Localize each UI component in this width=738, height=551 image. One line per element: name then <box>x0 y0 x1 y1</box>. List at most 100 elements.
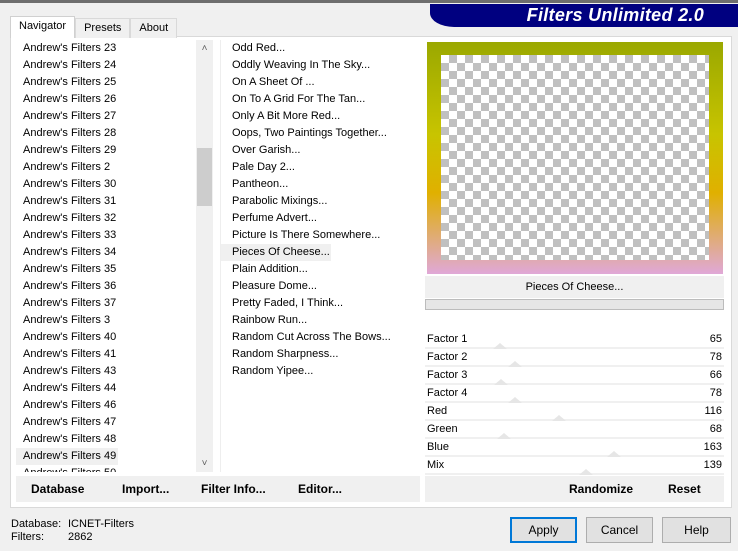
category-item[interactable]: Andrew's Filters 37 <box>16 295 196 312</box>
tab-bar: Navigator Presets About <box>10 16 178 38</box>
parameter-sliders: Factor 1 65 Factor 2 78 Factor 3 66 Factor 4 78… <box>425 331 724 475</box>
slider-factor-2[interactable]: Factor 2 78 <box>425 349 724 367</box>
slider-green[interactable]: Green 68 <box>425 421 724 439</box>
help-button[interactable]: Help <box>662 517 731 543</box>
category-item[interactable]: Andrew's Filters 24 <box>16 57 196 74</box>
category-item[interactable]: Andrew's Filters 41 <box>16 346 196 363</box>
tab-navigator[interactable]: Navigator <box>10 16 76 38</box>
category-item[interactable]: Andrew's Filters 34 <box>16 244 196 261</box>
filter-item[interactable]: Pantheon... <box>221 176 420 193</box>
category-item[interactable]: Andrew's Filters 2 <box>16 159 196 176</box>
slider-label: Blue <box>427 441 450 453</box>
filter-item[interactable]: Odd Red... <box>221 40 420 57</box>
database-value: ICNET-Filters <box>68 518 134 530</box>
category-item[interactable]: Andrew's Filters 35 <box>16 261 196 278</box>
editor-button[interactable]: Editor... <box>298 476 342 502</box>
category-item[interactable]: Andrew's Filters 23 <box>16 40 196 57</box>
app-title-banner: Filters Unlimited 2.0 <box>430 4 738 27</box>
scroll-down-icon[interactable]: ˅ <box>196 455 213 472</box>
category-item[interactable]: Andrew's Filters 25 <box>16 74 196 91</box>
filter-item[interactable]: Oops, Two Paintings Together... <box>221 125 420 142</box>
import-button[interactable]: Import... <box>122 476 169 502</box>
filters-label: Filters: <box>11 531 44 543</box>
filter-info-button[interactable]: Filter Info... <box>201 476 266 502</box>
category-item[interactable]: Andrew's Filters 31 <box>16 193 196 210</box>
filter-item[interactable]: Over Garish... <box>221 142 420 159</box>
filters-count: 2862 <box>68 531 93 543</box>
scrollbar-thumb[interactable] <box>197 148 212 206</box>
tab-about[interactable]: About <box>130 18 178 38</box>
apply-button[interactable]: Apply <box>510 517 577 543</box>
category-item[interactable]: Andrew's Filters 30 <box>16 176 196 193</box>
filter-item[interactable]: Pleasure Dome... <box>221 278 420 295</box>
slider-value: 116 <box>704 405 722 417</box>
filter-item[interactable]: Only A Bit More Red... <box>221 108 420 125</box>
left-button-row: Database Import... Filter Info... Editor… <box>16 476 420 502</box>
category-scrollbar[interactable]: ˄ ˅ <box>196 40 213 472</box>
category-item[interactable]: Andrew's Filters 43 <box>16 363 196 380</box>
filter-item[interactable]: On A Sheet Of ... <box>221 74 420 91</box>
window-top-border <box>0 0 738 3</box>
cancel-button[interactable]: Cancel <box>586 517 653 543</box>
slider-value: 78 <box>709 351 722 363</box>
slider-label: Factor 1 <box>427 333 468 345</box>
filter-item[interactable]: Plain Addition... <box>221 261 420 278</box>
category-item[interactable]: Andrew's Filters 50 <box>16 465 196 472</box>
filter-item[interactable]: Picture Is There Somewhere... <box>221 227 420 244</box>
filter-item[interactable]: Oddly Weaving In The Sky... <box>221 57 420 74</box>
progress-bar <box>425 299 724 310</box>
category-item[interactable]: Andrew's Filters 36 <box>16 278 196 295</box>
slider-label: Factor 3 <box>427 369 468 381</box>
filter-item[interactable]: Random Yipee... <box>221 363 420 380</box>
randomize-button[interactable]: Randomize <box>569 476 633 502</box>
slider-label: Factor 2 <box>427 351 468 363</box>
category-item[interactable]: Andrew's Filters 3 <box>16 312 196 329</box>
filter-item[interactable]: Pieces Of Cheese... <box>221 244 331 261</box>
slider-factor-4[interactable]: Factor 4 78 <box>425 385 724 403</box>
filter-list[interactable]: Odd Red... Oddly Weaving In The Sky... On … <box>220 40 420 472</box>
filter-item[interactable]: Pretty Faded, I Think... <box>221 295 420 312</box>
transparency-checkerboard <box>441 55 709 260</box>
category-item[interactable]: Andrew's Filters 48 <box>16 431 196 448</box>
filter-item[interactable]: Rainbow Run... <box>221 312 420 329</box>
slider-mix[interactable]: Mix 139 <box>425 457 724 475</box>
preview-image <box>427 42 723 274</box>
category-list[interactable]: Andrew's Filters 23 Andrew's Filters 24 An… <box>16 40 214 472</box>
category-item[interactable]: Andrew's Filters 29 <box>16 142 196 159</box>
category-item[interactable]: Andrew's Filters 44 <box>16 380 196 397</box>
selected-filter-label: Pieces Of Cheese... <box>425 276 724 298</box>
tab-presets[interactable]: Presets <box>75 18 131 38</box>
scroll-up-icon[interactable]: ˄ <box>196 40 213 57</box>
filter-item[interactable]: Parabolic Mixings... <box>221 193 420 210</box>
slider-value: 65 <box>709 333 722 345</box>
category-item[interactable]: Andrew's Filters 27 <box>16 108 196 125</box>
reset-button[interactable]: Reset <box>668 476 701 502</box>
category-item[interactable]: Andrew's Filters 40 <box>16 329 196 346</box>
slider-factor-3[interactable]: Factor 3 66 <box>425 367 724 385</box>
category-item[interactable]: Andrew's Filters 47 <box>16 414 196 431</box>
filter-item[interactable]: Perfume Advert... <box>221 210 420 227</box>
slider-label: Green <box>427 423 458 435</box>
slider-value: 78 <box>709 387 722 399</box>
slider-label: Factor 4 <box>427 387 468 399</box>
category-item[interactable]: Andrew's Filters 28 <box>16 125 196 142</box>
slider-value: 68 <box>709 423 722 435</box>
database-label: Database: <box>11 518 62 530</box>
slider-factor-1[interactable]: Factor 1 65 <box>425 331 724 349</box>
slider-label: Mix <box>427 459 445 471</box>
category-item[interactable]: Andrew's Filters 49 <box>16 448 118 465</box>
category-item[interactable]: Andrew's Filters 33 <box>16 227 196 244</box>
category-item[interactable]: Andrew's Filters 46 <box>16 397 196 414</box>
slider-value: 66 <box>709 369 722 381</box>
filter-item[interactable]: On To A Grid For The Tan... <box>221 91 420 108</box>
category-item[interactable]: Andrew's Filters 26 <box>16 91 196 108</box>
database-button[interactable]: Database <box>31 476 84 502</box>
filter-item[interactable]: Random Sharpness... <box>221 346 420 363</box>
right-button-row: Randomize Reset <box>425 476 724 502</box>
filter-item[interactable]: Pale Day 2... <box>221 159 420 176</box>
slider-thumb[interactable] <box>578 469 593 475</box>
slider-red[interactable]: Red 116 <box>425 403 724 421</box>
category-item[interactable]: Andrew's Filters 32 <box>16 210 196 227</box>
filter-item[interactable]: Random Cut Across The Bows... <box>221 329 420 346</box>
slider-blue[interactable]: Blue 163 <box>425 439 724 457</box>
